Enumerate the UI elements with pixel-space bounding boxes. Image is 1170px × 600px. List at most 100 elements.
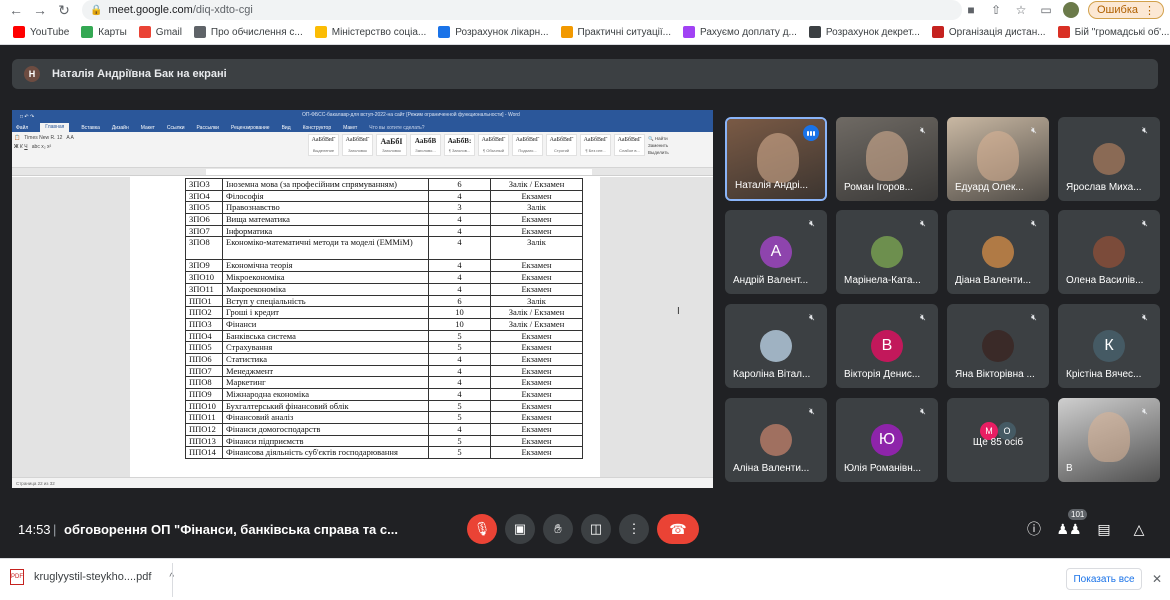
participant-tile[interactable]: М О Ще 85 осіб [947,398,1049,482]
bookmark-item[interactable]: Розрахунок декрет... [804,22,925,42]
bookmark-label: YouTube [30,26,70,38]
leave-call-button[interactable]: ☎︎ [657,514,699,544]
bookmark-item[interactable]: Карты [76,22,132,42]
participant-tile[interactable]: Ю 🔇︎ Юлія Романівн... [836,398,938,482]
participant-tile[interactable]: 🔇︎ Аліна Валенти... [725,398,827,482]
participant-tile[interactable]: 🔇︎ Роман Ігоров... [836,117,938,201]
clipboard-group: 📋 Times New R. 12 A A Ж К Ч abc x₂ x² [14,135,74,150]
reload-icon[interactable]: ↻ [52,0,76,20]
mic-off-button[interactable]: 🎙︎ [467,514,497,544]
table-row: ЗПО5 Правознавство 3 Залік [185,201,583,215]
activities-icon[interactable]: △ [1128,518,1150,540]
present-icon: ◫ [589,521,603,536]
table-cell-credits: 4 [428,213,491,226]
style-sample: АаБбВвГ [617,137,642,143]
participant-name: Кароліна Вітал... [733,369,811,380]
bookmark-favicon-icon [138,26,151,38]
table-cell-code: ППО11 [185,411,223,425]
table-cell-credits: 4 [428,352,491,366]
star-icon[interactable]: ☆ [1013,2,1029,18]
participant-face [1088,412,1130,462]
word-window-title: ОП-ФБСС-бакалавр-для вступ-2022-на сайт … [302,112,520,118]
participant-tile[interactable]: 🔇︎ Яна Вікторівна ... [947,304,1049,388]
participant-tile[interactable]: 🔇︎ Едуард Олек... [947,117,1049,201]
participant-tile[interactable]: А 🔇︎ Андрій Валент... [725,210,827,294]
chat-icon[interactable]: ▤ [1093,518,1115,540]
bookmark-item[interactable]: Міністерство соціа... [310,22,432,42]
mic-muted-icon: 🔇︎ [920,217,926,228]
bookmark-item[interactable]: Про обчислення с... [189,22,308,42]
back-arrow-icon[interactable]: ← [4,0,28,20]
participant-tile[interactable]: 🔇︎ Марінела-Ката... [836,210,938,294]
style-sample: АаБбВвГ [481,137,506,143]
bookmark-item[interactable]: Бій "громадські об'... [1053,22,1170,42]
table-row: ППО4 Банківська система 5 Екзамен [185,329,583,343]
more-options-button[interactable]: ⋮ [619,514,649,544]
word-tab: Конструктор [302,124,332,131]
speaking-indicator-icon [803,125,819,141]
styles-gallery: АаБбВвГ Выделение АаБбВвГ Заголовок АаБбІ Заг… [308,134,645,156]
participant-photo-avatar [982,236,1014,268]
people-icon[interactable]: ♟♟ [1056,518,1081,540]
bookmarks-bar: YouTube Карты Gmail Про обчислення с... Міні… [0,20,1170,45]
document-page: ЗПО3 Іноземна мова (за професійним спряму… [130,177,600,477]
info-icon[interactable]: ⓘ [1023,518,1045,540]
table-cell-code: ППО5 [185,341,223,354]
error-button[interactable]: Ошибка ⋮ [1088,1,1164,19]
profile-avatar[interactable] [1063,2,1079,18]
table-cell-code: ППО7 [185,364,223,378]
bookmark-item[interactable]: Gmail [134,22,187,42]
table-cell-form: Екзамен [490,213,583,226]
show-all-button[interactable]: Показать все [1066,568,1142,590]
participant-tile[interactable]: Наталія Андрі... [725,117,827,201]
table-cell-credits: 4 [428,271,491,284]
participant-photo-avatar [760,330,792,362]
table-cell-name: Страхування [222,341,429,354]
forward-arrow-icon[interactable]: → [28,0,52,20]
participant-tile[interactable]: 🔇︎ Кароліна Вітал... [725,304,827,388]
bookmark-item[interactable]: Рахуємо доплату д... [678,22,802,42]
participant-tile[interactable]: 🔇︎ Олена Василів... [1058,210,1160,294]
participant-tile[interactable]: 🔇︎ В [1058,398,1160,482]
share-icon[interactable]: ⇧ [988,2,1004,18]
table-cell-code: ППО2 [185,306,223,319]
bookmark-favicon-icon [808,26,821,38]
table-cell-code: ЗПО7 [185,224,223,238]
participant-tile[interactable]: К 🔇︎ Крістіна Вячес... [1058,304,1160,388]
table-cell-code: ЗПО6 [185,213,223,226]
participant-tile[interactable]: 🔇︎ Ярослав Миха... [1058,117,1160,201]
table-cell-credits: 5 [428,399,491,413]
table-cell-code: ППО13 [185,434,223,448]
style-sample: АаБбВвГ [345,137,370,143]
style-name: ¶ Без инт... [585,148,606,153]
address-bar[interactable]: 🔒 meet.google.com/diq-xdto-cgi [82,0,962,20]
camera-blocked-icon[interactable]: ■ [963,2,979,18]
bookmark-item[interactable]: YouTube [8,22,74,42]
camera-button[interactable]: ▣ [505,514,535,544]
present-button[interactable]: ◫ [581,514,611,544]
mic-off-icon: 🎙︎ [473,521,491,536]
url-text: meet.google.com/diq-xdto-cgi [108,4,253,16]
presenter-banner: Н Наталія Андріївна Бак на екрані [12,59,1158,89]
close-icon[interactable]: ✕ [1152,572,1162,586]
style-sample: АаБбВвГ [549,137,574,143]
bookmark-item[interactable]: Організація дистан... [927,22,1051,42]
bookmark-item[interactable]: Розрахунок лікарн... [433,22,553,42]
participant-tile[interactable]: 🔇︎ Діана Валенти... [947,210,1049,294]
table-cell-form: Екзамен [490,282,583,296]
participant-tile[interactable]: В 🔇︎ Вікторія Денис... [836,304,938,388]
bookmark-label: Карты [98,26,127,38]
word-tab: Рассылки [196,124,219,131]
style-name: ¶ Заголов... [448,148,471,153]
bookmark-favicon-icon [13,26,25,38]
raise-hand-button[interactable]: ✋︎ [543,514,573,544]
download-item[interactable]: PDF kruglyystil-steykho....pdf ^ [10,569,174,585]
table-cell-form: Екзамен [490,364,583,378]
bookmark-item[interactable]: Практичні ситуації... [556,22,677,42]
table-cell-name: Правознавство [222,201,429,215]
side-panel-icon[interactable]: ▭ [1038,2,1054,18]
table-cell-form: Екзамен [490,259,583,273]
mic-muted-icon: 🔇︎ [1142,311,1148,322]
table-row: ППО12 Фінанси домогосподарств 4 Екзамен [185,423,583,436]
table-cell-name: Економічна теорія [222,259,429,273]
